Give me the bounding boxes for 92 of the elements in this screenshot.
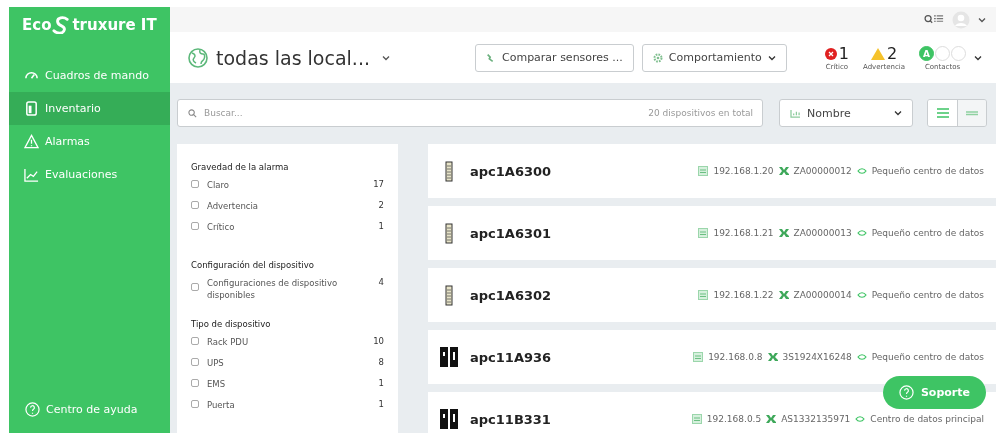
ip-address: 192.168.0.5 [706,414,762,424]
filter-count: 1 [378,378,384,388]
filter-label: Configuraciones de dispositivo disponibles [207,277,339,301]
warning-icon [24,134,39,149]
ip-address: 192.168.0.8 [708,352,763,362]
device-card[interactable]: apc11A936 192.168.0.8 3S1924X16248 Pequeño centro de datos [428,330,996,384]
device-name: apc11A936 [470,349,552,365]
ups-icon [440,346,458,368]
caret-icon [974,54,982,61]
checkbox[interactable] [191,222,199,230]
location-name: Pequeño centro de datos [871,352,984,362]
device-name: apc11B331 [470,411,551,427]
gear-icon [652,52,663,63]
checkbox[interactable] [191,400,199,408]
caret-icon [894,110,902,116]
filter-title: Configuración del dispositivo [191,260,315,270]
location-selector[interactable]: todas las local... [188,46,370,69]
location-name: Pequeño centro de datos [871,166,984,176]
serial-number: ZA00000014 [793,290,852,300]
ip-address: 192.168.1.20 [713,166,774,176]
view-toggle[interactable] [957,100,986,126]
filter-label: EMS [207,378,227,390]
list-icon [936,108,949,118]
location-name: Pequeño centro de datos [871,290,984,300]
rack-pdu-icon [445,222,453,244]
serial-number: AS1332135971 [781,414,851,424]
network-icon [698,166,709,176]
help-icon [25,402,40,417]
filter-count: 10 [373,336,384,346]
checkbox[interactable] [191,337,199,345]
ip-address: 192.168.1.21 [713,228,774,238]
chart-icon [24,167,39,182]
network-icon [691,414,702,424]
ip-address: 192.168.1.22 [713,290,774,300]
serial-number: 3S1924X16248 [782,352,852,362]
filter-count: 1 [378,221,384,231]
contact-avatar: A [919,46,934,61]
device-name: apc1A6300 [470,163,552,179]
filter-label: Puerta [207,399,236,411]
device-name: apc1A6301 [470,225,552,241]
device-count: 20 dispositivos en total [648,108,753,118]
filter-title: Gravedad de la alarma [191,162,290,172]
filter-count: 4 [378,277,384,287]
help-icon [898,385,914,400]
search-icon [188,109,197,118]
ups-icon [440,408,458,430]
location-name: Centro de datos principal [870,414,984,424]
caret-icon [767,54,776,61]
inventory-icon [24,101,39,116]
device-card[interactable]: apc1A6301 192.168.1.21 ZA00000013 Pequeño centro de datos [428,206,996,260]
checkbox[interactable] [191,201,199,209]
search-list-icon[interactable] [924,14,944,25]
sort-dropdown[interactable]: Nombre [779,99,913,127]
filter-title: Tipo de dispositivo [191,319,272,329]
warning-icon [870,47,885,60]
network-icon [698,290,709,300]
rack-pdu-icon [445,284,453,306]
rack-pdu-icon [445,160,453,182]
filter-count: 8 [378,357,384,367]
checkbox[interactable] [191,180,199,188]
filter-count: 17 [373,179,384,189]
filter-count: 2 [378,200,384,210]
device-card[interactable]: apc1A6302 192.168.1.22 ZA00000014 Pequeño centro de datos [428,268,996,322]
filter-label: Crítico [207,221,236,233]
filter-label: Rack PDU [207,336,250,348]
device-name: apc1A6302 [470,287,552,303]
logo-text: truxure IT [72,16,157,34]
caret-icon [978,16,986,23]
serial-number: ZA00000013 [793,228,852,238]
logo-icon [52,16,72,34]
checkbox[interactable] [191,283,199,291]
critical-icon [824,47,837,60]
caret-icon [381,54,390,61]
compact-list-icon [966,110,978,116]
network-icon [698,228,709,238]
filter-label: Claro [207,179,230,191]
filter-label: UPS [207,357,225,369]
filter-label: Advertencia [207,200,259,212]
checkbox[interactable] [191,379,199,387]
serial-number: ZA00000012 [793,166,852,176]
dropdown-button[interactable]: Comportamiento [641,43,787,72]
network-icon [693,352,704,362]
location-name: Pequeño centro de datos [871,228,984,238]
view-toggle[interactable] [928,100,957,126]
sort-icon [790,108,801,118]
logo-text: Eco [22,16,52,34]
globe-icon [188,47,208,68]
avatar-icon[interactable] [952,10,970,29]
toolbar-button[interactable]: Comparar sensores ... [475,43,634,72]
filter-count: 1 [378,399,384,409]
checkbox[interactable] [191,358,199,366]
device-card[interactable]: apc1A6300 192.168.1.20 ZA00000012 Pequeño centro de datos [428,144,996,198]
